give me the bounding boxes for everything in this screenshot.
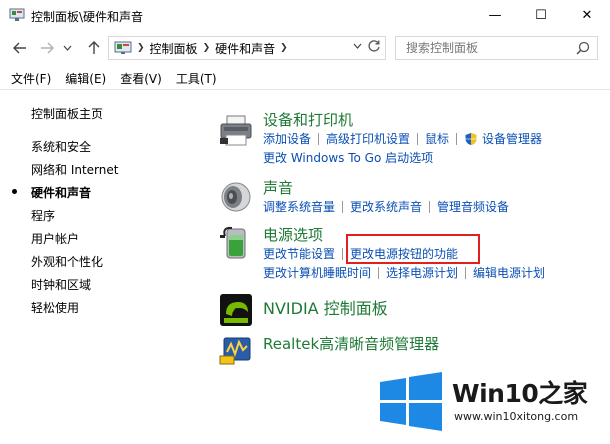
menu-edit[interactable]: 编辑(E) [64,68,107,89]
link-manage-audio-devices[interactable]: 管理音频设备 [437,198,509,215]
menu-divider [0,89,610,90]
minimize-button[interactable]: — [472,0,518,31]
nav-ease-of-access[interactable]: 轻松使用 [31,299,79,316]
windows-logo-icon [380,372,442,431]
breadcrumb-control-panel[interactable]: 控制面板 [150,40,198,57]
battery-icon[interactable] [218,224,254,260]
address-dropdown-button[interactable] [353,42,362,52]
link-change-power-saving[interactable]: 更改节能设置 [263,245,335,262]
arrow-left-icon [13,42,26,54]
search-input[interactable] [396,37,571,59]
nav-programs[interactable]: 程序 [31,207,55,224]
breadcrumb-separator-icon[interactable]: ❯ [280,43,288,53]
nav-system-security[interactable]: 系统和安全 [31,138,91,155]
close-icon: ✕ [581,8,593,23]
watermark-brand: Win10之家 [452,379,588,408]
link-change-sleep-time[interactable]: 更改计算机睡眠时间 [263,264,371,281]
arrow-up-icon [88,41,100,54]
link-add-device[interactable]: 添加设备 [263,130,311,147]
breadcrumb-separator-icon[interactable]: ❯ [137,43,145,53]
address-bar[interactable]: ❯ 控制面板 ❯ 硬件和声音 ❯ [108,36,386,60]
control-panel-icon [114,41,132,54]
watermark-url: www.win10xitong.com [454,410,579,423]
menu-bar: 文件(F) 编辑(E) 查看(V) 工具(T) [0,67,610,89]
devices-links-row: 添加设备 高级打印机设置 鼠标 设备管理器 [263,130,542,147]
recent-locations-button[interactable] [61,38,73,58]
nav-user-accounts[interactable]: 用户帐户 [31,230,79,247]
realtek-audio-icon[interactable] [218,332,254,368]
nav-hardware-sound[interactable]: 硬件和声音 [31,184,91,201]
uac-shield-icon [465,132,477,145]
menu-file[interactable]: 文件(F) [10,68,52,89]
maximize-button[interactable]: ☐ [518,0,564,31]
link-separator [429,200,431,213]
nav-appearance[interactable]: 外观和个性化 [31,253,103,270]
current-item-bullet [12,189,17,194]
search-icon[interactable] [576,41,590,55]
link-advanced-printer-setup[interactable]: 高级打印机设置 [326,130,410,147]
sound-links-row: 调整系统音量 更改系统声音 管理音频设备 [263,198,509,215]
arrow-right-icon [41,42,54,54]
sound-title[interactable]: 声音 [263,177,293,198]
link-adjust-volume[interactable]: 调整系统音量 [263,198,335,215]
up-button[interactable] [84,38,104,58]
maximize-icon: ☐ [535,8,547,23]
chevron-down-icon [353,43,362,49]
address-row: ❯ 控制面板 ❯ 硬件和声音 ❯ [0,31,610,65]
nav-control-panel-home[interactable]: 控制面板主页 [31,105,103,122]
highlight-annotation [346,234,480,264]
link-change-system-sounds[interactable]: 更改系统声音 [350,198,422,215]
breadcrumb-hardware-sound[interactable]: 硬件和声音 [215,40,275,57]
link-separator [342,247,344,260]
nav-clock-region[interactable]: 时钟和区域 [31,276,91,293]
title-bar: 控制面板\硬件和声音 — ☐ ✕ [0,0,610,31]
link-mouse[interactable]: 鼠标 [425,130,449,147]
power-links-row2: 更改计算机睡眠时间 选择电源计划 编辑电源计划 [263,264,545,281]
power-options-title[interactable]: 电源选项 [263,224,323,245]
control-panel-icon [9,8,25,21]
close-button[interactable]: ✕ [564,0,610,31]
devices-printers-title[interactable]: 设备和打印机 [263,109,353,130]
link-separator [417,132,419,145]
forward-button[interactable] [37,38,57,58]
link-device-manager[interactable]: 设备管理器 [482,130,542,147]
link-edit-power-plan[interactable]: 编辑电源计划 [473,264,545,281]
menu-view[interactable]: 查看(V) [119,68,163,89]
link-separator [318,132,320,145]
nav-network-internet[interactable]: 网络和 Internet [31,161,118,178]
link-separator [378,266,380,279]
link-separator [456,132,458,145]
minimize-icon: — [488,8,502,23]
devices-links-row2: 更改 Windows To Go 启动选项 [263,149,433,166]
link-windows-to-go[interactable]: 更改 Windows To Go 启动选项 [263,149,433,166]
nvidia-icon[interactable] [218,292,254,328]
menu-tools[interactable]: 工具(T) [175,68,218,89]
link-separator [465,266,467,279]
speaker-icon[interactable] [218,179,254,215]
link-separator [342,200,344,213]
window-title: 控制面板\硬件和声音 [31,10,144,24]
realtek-title[interactable]: Realtek高清晰音频管理器 [263,333,439,354]
watermark: Win10之家 www.win10xitong.com [378,372,603,436]
refresh-icon [368,40,380,52]
printer-icon[interactable] [218,113,254,149]
nvidia-title[interactable]: NVIDIA 控制面板 [263,295,388,319]
search-box[interactable] [395,36,598,60]
refresh-button[interactable] [367,39,381,57]
breadcrumb-separator-icon[interactable]: ❯ [203,43,211,53]
link-choose-power-plan[interactable]: 选择电源计划 [386,264,458,281]
back-button[interactable] [10,38,30,58]
chevron-down-icon [63,45,71,51]
